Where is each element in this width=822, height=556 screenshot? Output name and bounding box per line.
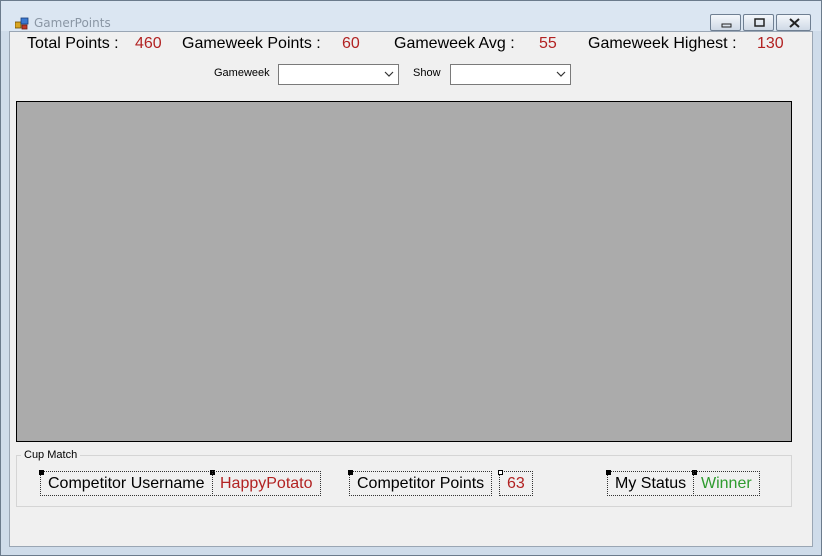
maximize-button[interactable] — [743, 14, 774, 31]
gameweek-avg-value: 55 — [539, 35, 557, 52]
gameweek-highest-value: 130 — [757, 35, 784, 52]
chart-panel — [16, 101, 792, 442]
app-window: GamerPoints Total Points : 460 Gameweek … — [0, 0, 822, 556]
my-status-value: Winner — [693, 471, 760, 496]
show-filter-label: Show — [413, 67, 441, 79]
gameweek-filter-label: Gameweek — [214, 67, 270, 79]
competitor-username-label: Competitor Username — [40, 471, 213, 496]
total-points-value: 460 — [135, 35, 162, 52]
selection-handle — [498, 470, 503, 475]
close-icon — [789, 18, 800, 28]
gameweek-dropdown[interactable] — [278, 64, 399, 85]
minimize-icon — [721, 23, 732, 28]
selection-handle — [39, 470, 44, 475]
total-points-label: Total Points : — [27, 35, 119, 52]
gameweek-avg-label: Gameweek Avg : — [394, 35, 515, 52]
my-status-label: My Status — [607, 471, 695, 496]
gameweek-highest-label: Gameweek Highest : — [588, 35, 737, 52]
chevron-down-icon — [384, 71, 394, 77]
gameweek-points-value: 60 — [342, 35, 360, 52]
show-dropdown[interactable] — [450, 64, 571, 85]
title-bar[interactable]: GamerPoints — [1, 1, 821, 31]
selection-handle — [606, 470, 611, 475]
window-title: GamerPoints — [34, 16, 111, 30]
chevron-down-icon — [556, 71, 566, 77]
close-button[interactable] — [776, 14, 811, 31]
selection-handle — [348, 470, 353, 475]
minimize-button[interactable] — [710, 14, 741, 31]
cup-match-title: Cup Match — [21, 449, 81, 461]
app-icon — [15, 17, 29, 30]
competitor-username-value: HappyPotato — [212, 471, 321, 496]
competitor-points-value: 63 — [499, 471, 533, 496]
gameweek-points-label: Gameweek Points : — [182, 35, 321, 52]
maximize-icon — [754, 18, 765, 27]
competitor-points-label: Competitor Points — [349, 471, 493, 496]
